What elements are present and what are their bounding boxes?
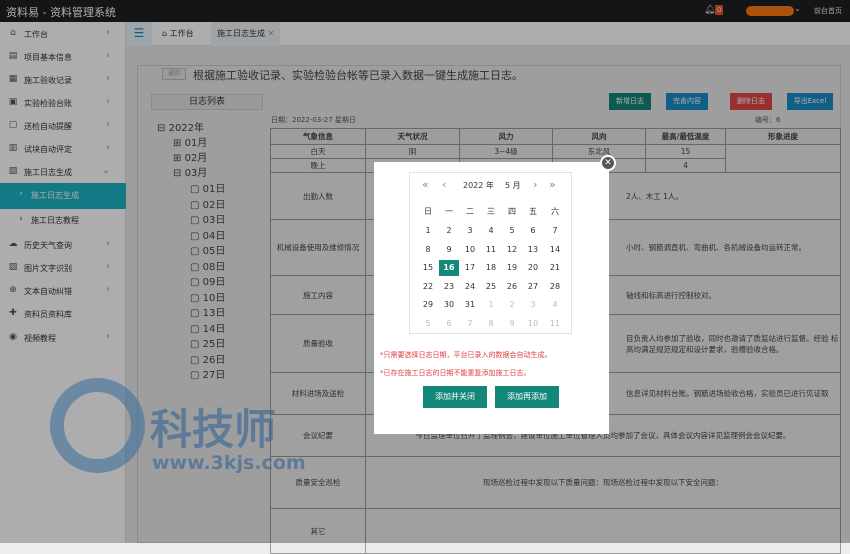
modal-note: *已存在施工日志的日期不能重复添加施工日志。 [380,369,531,377]
calendar-day[interactable]: 3 [460,223,480,239]
add-and-close-button[interactable]: 添加并关闭 [423,386,487,408]
calendar-day[interactable]: 28 [545,279,565,295]
calendar-day[interactable]: 4 [545,297,565,313]
calendar-day[interactable]: 13 [523,242,543,258]
calendar-day[interactable]: 2 [502,297,522,313]
calendar-day[interactable]: 23 [439,279,459,295]
weekday-header: 五 [529,207,537,216]
close-icon[interactable]: ✕ [600,155,616,171]
weekday-header: 三 [487,207,495,216]
calendar-day[interactable]: 24 [460,279,480,295]
calendar-day[interactable]: 25 [481,279,501,295]
weekday-header: 四 [508,207,516,216]
calendar-day[interactable]: 20 [523,260,543,276]
calendar-day[interactable]: 19 [502,260,522,276]
add-and-continue-button[interactable]: 添加再添加 [495,386,559,408]
calendar-day[interactable]: 5 [502,223,522,239]
calendar-day[interactable]: 7 [545,223,565,239]
calendar-day[interactable]: 31 [460,297,480,313]
calendar-day[interactable]: 9 [502,316,522,332]
calendar-day[interactable]: 27 [523,279,543,295]
calendar-day[interactable]: 10 [523,316,543,332]
calendar-day[interactable]: 11 [481,242,501,258]
calendar-day[interactable]: 5 [418,316,438,332]
calendar-day[interactable]: 6 [523,223,543,239]
calendar-day[interactable]: 9 [439,242,459,258]
calendar-month[interactable]: 5 月 [505,180,521,191]
calendar-day[interactable]: 29 [418,297,438,313]
calendar-day[interactable]: 12 [502,242,522,258]
weekday-header: 六 [551,207,559,216]
calendar-day[interactable]: 15 [418,260,438,276]
calendar-day[interactable]: 3 [523,297,543,313]
calendar-day[interactable]: 11 [545,316,565,332]
calendar-day[interactable]: 2 [439,223,459,239]
calendar-day[interactable]: 30 [439,297,459,313]
next-year-button[interactable]: » [549,178,556,191]
prev-year-button[interactable]: « [422,178,429,191]
calendar-day[interactable]: 22 [418,279,438,295]
calendar-year[interactable]: 2022 年 [463,180,494,191]
weekday-header: 二 [466,207,474,216]
calendar-day[interactable]: 8 [481,316,501,332]
calendar-day[interactable]: 1 [418,223,438,239]
calendar-day[interactable]: 21 [545,260,565,276]
weekday-header: 日 [424,207,432,216]
calendar-day[interactable]: 1 [481,297,501,313]
modal-note: *只需要选择日志日期，平台已录入的数据会自动生成。 [380,351,552,359]
next-month-button[interactable]: › [533,178,537,191]
calendar-day[interactable]: 18 [481,260,501,276]
calendar-day[interactable]: 26 [502,279,522,295]
calendar-day[interactable]: 14 [545,242,565,258]
weekday-header: 一 [445,207,453,216]
calendar-day[interactable]: 8 [418,242,438,258]
calendar-day[interactable]: 10 [460,242,480,258]
calendar-day[interactable]: 7 [460,316,480,332]
calendar-day[interactable]: 17 [460,260,480,276]
calendar-day[interactable]: 4 [481,223,501,239]
calendar-day-selected[interactable]: 16 [439,260,459,276]
prev-month-button[interactable]: ‹ [442,178,446,191]
calendar-day[interactable]: 6 [439,316,459,332]
